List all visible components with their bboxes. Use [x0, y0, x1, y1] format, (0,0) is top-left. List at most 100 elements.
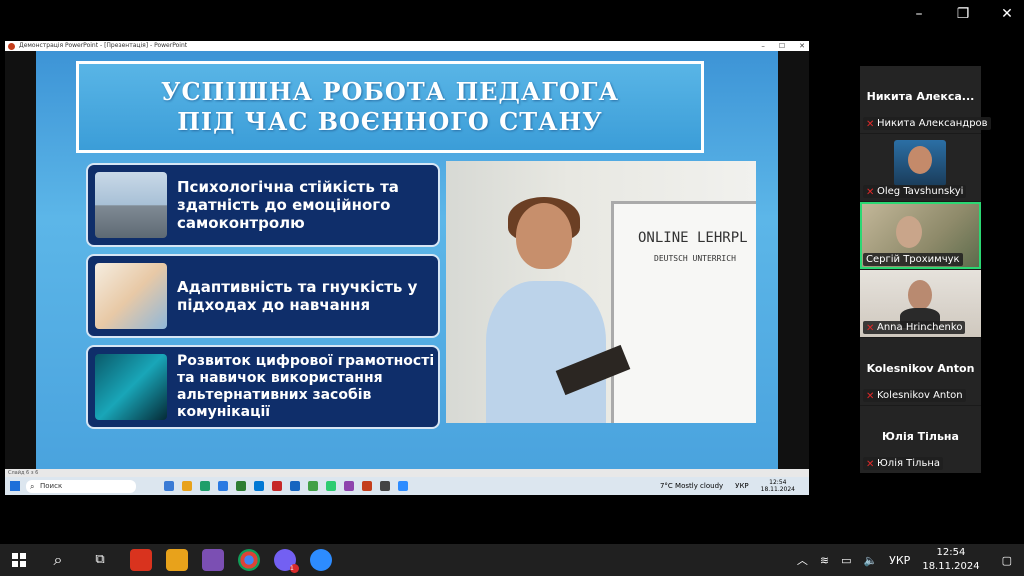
participant-tile[interactable]: Никита Алекса... ✕ Никита Александров [860, 66, 991, 133]
shared-lang: УКР [735, 482, 749, 490]
slide-counter: Слайд 6 з 6 [8, 470, 39, 476]
card-text: Розвиток цифрової грамотності та навичок… [177, 353, 435, 420]
minimize-button[interactable]: – [910, 6, 928, 22]
powerpoint-icon [362, 481, 372, 491]
board-text-subtitle: DEUTSCH UNTERRICH [654, 254, 736, 263]
shared-taskbar: Поиск 7°C Mostly cloudy УКР [5, 477, 809, 495]
card-text: Адаптивність та гнучкість у підходах до … [177, 278, 418, 314]
participant-tile[interactable]: Kolesnikov Anton ✕ Kolesnikov Anton [860, 338, 981, 405]
teacher-face [516, 203, 572, 269]
app-icon [290, 481, 300, 491]
shared-date: 18.11.2024 [760, 486, 795, 493]
slide-card-digital: Розвиток цифрової грамотності та навичок… [86, 345, 440, 429]
participant-label: ✕ Oleg Tavshunskyi [863, 185, 967, 198]
window-controls: – ❐ ✕ [910, 6, 1016, 22]
folder-icon [182, 481, 192, 491]
app-icon [200, 481, 210, 491]
clock-time: 12:54 [936, 547, 966, 558]
task-view-icon[interactable]: ⧉ [90, 550, 110, 570]
slide-card-resilience: Психологічна стійкість та здатність до е… [86, 163, 440, 247]
participants-panel: Никита Алекса... ✕ Никита Александров ✕ Ol… [860, 66, 991, 473]
windows-start-icon[interactable] [12, 553, 26, 567]
mic-muted-icon: ✕ [866, 323, 875, 334]
shared-tray: 7°C Mostly cloudy УКР 12:54 18.11.2024 [660, 479, 795, 493]
search-icon[interactable]: ⌕ [48, 550, 68, 570]
edge-icon [218, 481, 228, 491]
mic-muted-icon: ✕ [866, 119, 875, 130]
app-icon [164, 481, 174, 491]
app-icon [236, 481, 246, 491]
volume-icon[interactable]: 🔈 [863, 554, 877, 567]
slide: УСПІШНА РОБОТА ПЕДАГОГА ПІД ЧАС ВОЄННОГО… [36, 51, 778, 469]
wps-office-icon[interactable] [130, 549, 152, 571]
language-indicator[interactable]: УКР [889, 554, 910, 567]
restore-button[interactable]: ❐ [954, 6, 972, 22]
wifi-icon[interactable]: ≋ [820, 554, 829, 567]
weather-text: 7°C Mostly cloudy [659, 482, 724, 490]
participant-name: Kolesnikov Anton [877, 390, 963, 401]
shared-clock: 12:54 18.11.2024 [761, 479, 795, 493]
chevron-up-icon[interactable]: ︿ [797, 552, 808, 568]
participant-tile-active-speaker[interactable]: Сергій Трохимчук [860, 202, 981, 269]
participant-tile[interactable]: ✕ Oleg Tavshunskyi [860, 134, 981, 201]
balancing-stones-image [95, 172, 167, 238]
board-text-title: ONLINE LEHRPL [638, 230, 748, 246]
file-explorer-icon[interactable] [166, 549, 188, 571]
chrome-icon[interactable] [238, 549, 260, 571]
viber-icon[interactable]: 1 [274, 549, 299, 573]
clock-date: 18.11.2024 [922, 561, 980, 572]
pp-minimize-icon[interactable]: – [761, 41, 765, 51]
participant-name: Сергій Трохимчук [866, 254, 960, 265]
participant-label: ✕ Kolesnikov Anton [863, 389, 966, 402]
whiteboard: ONLINE LEHRPL DEUTSCH UNTERRICH [611, 201, 756, 423]
slide-title-box: УСПІШНА РОБОТА ПЕДАГОГА ПІД ЧАС ВОЄННОГО… [76, 61, 704, 153]
participant-tile[interactable]: ✕ Anna Hrinchenko [860, 270, 981, 337]
participant-label: ✕ Anna Hrinchenko [863, 321, 966, 334]
slide-title-line1: УСПІШНА РОБОТА ПЕДАГОГА [160, 77, 620, 106]
participant-label: ✕ Юлія Тільна [863, 457, 943, 470]
participant-label: ✕ Никита Александров [863, 117, 991, 130]
card-text: Психологічна стійкість та здатність до е… [177, 178, 399, 232]
opera-icon [272, 481, 282, 491]
mic-muted-icon: ✕ [866, 187, 875, 198]
outlook-icon [254, 481, 264, 491]
app-icon [326, 481, 336, 491]
system-tray: ︿ ≋ ▭ 🔈 УКР 12:54 18.11.2024 ▢ [797, 544, 1024, 576]
powerpoint-statusbar: Слайд 6 з 6 [5, 469, 809, 477]
participant-avatar [894, 140, 946, 186]
mic-muted-icon: ✕ [866, 459, 875, 470]
zoom-icon[interactable] [310, 549, 332, 571]
pp-close-icon[interactable]: ✕ [799, 41, 805, 51]
participant-name-large: Kolesnikov Anton [866, 362, 975, 375]
save-app-icon[interactable] [202, 549, 224, 571]
clock[interactable]: 12:54 18.11.2024 [922, 546, 979, 574]
notifications-icon[interactable]: ▢ [1002, 554, 1012, 567]
shared-taskbar-apps [164, 481, 408, 491]
app-icon [380, 481, 390, 491]
powerpoint-window-controls: – ☐ ✕ [761, 41, 805, 51]
participant-name: Юлія Тільна [877, 458, 940, 469]
shared-start-icon [10, 481, 20, 491]
participant-tile[interactable]: Юлія Тільна ✕ Юлія Тільна [860, 406, 981, 473]
participant-video-face [896, 216, 922, 248]
shared-screen: Демонстрація PowerPoint - [Презентація] … [5, 41, 809, 495]
participant-name-large: Юлія Тільна [882, 430, 959, 443]
powerpoint-logo-icon [8, 43, 15, 50]
slide-card-adaptivity: Адаптивність та гнучкість у підходах до … [86, 254, 440, 338]
viber-notification-badge: 1 [290, 564, 299, 573]
zoom-icon [398, 481, 408, 491]
viber-icon [344, 481, 354, 491]
participant-video-face [908, 280, 932, 310]
participant-name: Anna Hrinchenko [877, 322, 963, 333]
windows-taskbar: ⌕ ⧉ 1 ︿ ≋ ▭ 🔈 УКР 12:54 18.11.2024 ▢ [0, 544, 1024, 576]
battery-icon[interactable]: ▭ [841, 554, 851, 567]
powerpoint-titlebar: Демонстрація PowerPoint - [Презентація] … [5, 41, 809, 51]
app-icon [308, 481, 318, 491]
close-button[interactable]: ✕ [998, 6, 1016, 22]
desktop: – ❐ ✕ Демонстрація PowerPoint - [Презент… [0, 0, 1024, 576]
digital-network-image [95, 354, 167, 420]
mic-muted-icon: ✕ [866, 391, 875, 402]
participant-name-large: Никита Алекса... [866, 90, 975, 103]
participant-name: Oleg Tavshunskyi [877, 186, 964, 197]
pp-maximize-icon[interactable]: ☐ [779, 41, 785, 51]
